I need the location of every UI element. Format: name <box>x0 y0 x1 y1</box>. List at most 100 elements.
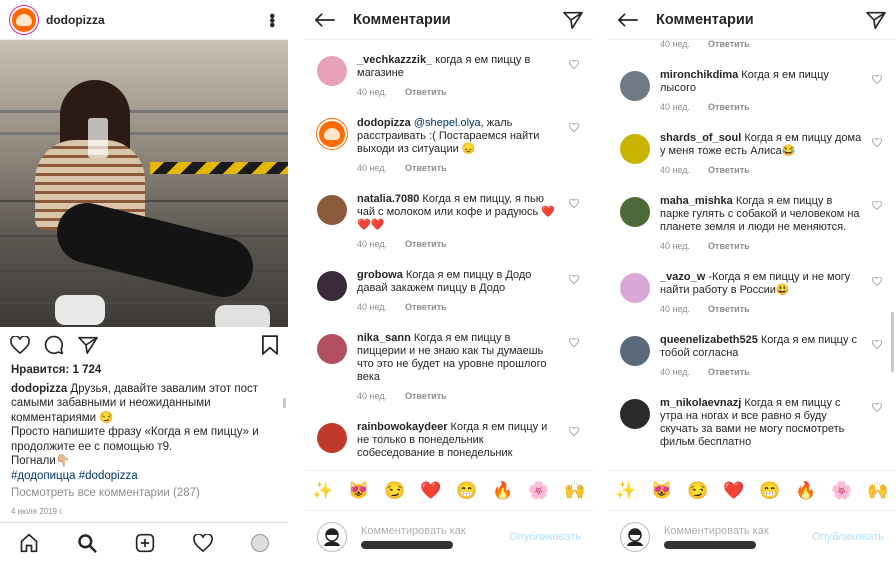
sparkles-emoji-button[interactable]: ✨ <box>312 481 333 501</box>
comment-item: grobowa Когда я ем пиццу в Додо давай за… <box>305 269 593 314</box>
like-comment-icon[interactable] <box>872 403 882 412</box>
mention-link[interactable]: @shepel.olya <box>411 117 481 129</box>
reply-button[interactable]: Ответить <box>405 87 447 97</box>
blossom-emoji-button[interactable]: 🌸 <box>528 481 549 501</box>
heart-eyes-cat-emoji-button[interactable]: 😻 <box>348 481 369 501</box>
share-icon[interactable] <box>78 336 98 354</box>
blossom-emoji-button[interactable]: 🌸 <box>831 481 852 501</box>
commenter-avatar[interactable] <box>317 56 347 86</box>
commenter-avatar[interactable] <box>620 197 650 227</box>
dodopizza-avatar[interactable] <box>10 5 38 34</box>
raised-hands-emoji-button[interactable]: 🙌 <box>867 481 888 501</box>
reply-button[interactable]: Ответить <box>708 241 750 251</box>
like-comment-icon[interactable] <box>569 123 579 132</box>
commenter-avatar[interactable] <box>317 195 347 225</box>
smirk-emoji-button[interactable]: 😏 <box>687 481 708 501</box>
grin-emoji-button[interactable]: 😁 <box>759 481 780 501</box>
comment-input[interactable]: Комментировать как <box>664 525 812 549</box>
profile-avatar[interactable] <box>251 533 269 552</box>
like-comment-icon[interactable] <box>569 199 579 208</box>
reply-button[interactable]: Ответить <box>708 40 750 49</box>
scrollbar[interactable] <box>283 398 286 408</box>
comment-username[interactable]: dodopizza <box>357 117 411 129</box>
back-arrow-icon[interactable] <box>618 12 638 27</box>
comment-username[interactable]: mironchikdima <box>660 69 738 81</box>
comments-scrollbar[interactable] <box>891 312 894 372</box>
commenter-avatar[interactable] <box>317 334 347 364</box>
commenter-avatar[interactable] <box>620 71 650 101</box>
comment-username[interactable]: maha_mishka <box>660 195 733 207</box>
commenter-avatar[interactable] <box>317 423 347 453</box>
back-arrow-icon[interactable] <box>315 12 335 27</box>
post-photo[interactable] <box>0 40 288 327</box>
comment-list: _vechkazzzik_ когда я ем пиццу в магазин… <box>305 40 593 470</box>
hashtags[interactable]: #додопицца #dodopizza <box>11 469 277 484</box>
smirk-emoji-button[interactable]: 😏 <box>384 481 405 501</box>
activity-heart-icon[interactable] <box>193 533 213 552</box>
comment-input[interactable]: Комментировать как <box>361 525 509 549</box>
comment-time: 40 нед. <box>660 367 691 377</box>
comment-username[interactable]: shards_of_soul <box>660 132 741 144</box>
like-comment-icon[interactable] <box>872 277 882 286</box>
fire-emoji-button[interactable]: 🔥 <box>492 481 513 501</box>
redacted-username <box>361 540 453 549</box>
like-comment-icon[interactable] <box>872 340 882 349</box>
grin-emoji-button[interactable]: 😁 <box>456 481 477 501</box>
post-username[interactable]: dodopizza <box>46 13 264 27</box>
like-comment-icon[interactable] <box>569 427 579 436</box>
reply-button[interactable]: Ответить <box>405 163 447 173</box>
likes-count[interactable]: Нравится: 1 724 <box>11 363 277 378</box>
caption-username[interactable]: dodopizza <box>11 383 67 395</box>
commenter-avatar[interactable] <box>620 273 650 303</box>
like-comment-icon[interactable] <box>569 275 579 284</box>
post-header: dodopizza ••• <box>0 0 288 40</box>
share-icon[interactable] <box>563 11 583 29</box>
like-comment-icon[interactable] <box>569 338 579 347</box>
comment-item: queenelizabeth525 Когда я ем пиццу с тоб… <box>608 334 896 379</box>
comment-username[interactable]: grobowa <box>357 269 403 281</box>
like-heart-icon[interactable] <box>10 336 30 354</box>
more-options-icon[interactable]: ••• <box>262 13 280 27</box>
bookmark-icon[interactable] <box>262 335 278 355</box>
heart-eyes-cat-emoji-button[interactable]: 😻 <box>651 481 672 501</box>
like-comment-icon[interactable] <box>872 201 882 210</box>
comment-username[interactable]: natalia.7080 <box>357 193 419 205</box>
add-post-icon[interactable] <box>135 533 155 553</box>
reply-button[interactable]: Ответить <box>405 302 447 312</box>
comment-list: 40 нед. Ответить mironchikdima Когда я ем… <box>608 40 896 470</box>
publish-button[interactable]: Опубликовать <box>509 531 581 543</box>
comments-title: Комментарии <box>353 11 451 28</box>
commenter-avatar[interactable] <box>317 271 347 301</box>
comment-username[interactable]: rainbowokaydeer <box>357 421 447 433</box>
reply-button[interactable]: Ответить <box>708 165 750 175</box>
search-icon[interactable] <box>77 533 97 553</box>
sparkles-emoji-button[interactable]: ✨ <box>615 481 636 501</box>
reply-button[interactable]: Ответить <box>708 304 750 314</box>
share-icon[interactable] <box>866 11 886 29</box>
comment-username[interactable]: nika_sann <box>357 332 411 344</box>
raised-hands-emoji-button[interactable]: 🙌 <box>564 481 585 501</box>
comment-username[interactable]: m_nikolaevnazj <box>660 397 741 409</box>
comment-item: dodopizza @shepel.olya, жаль расстраиват… <box>305 117 593 175</box>
view-all-comments-link[interactable]: Посмотреть все комментарии (287) <box>11 486 277 501</box>
commenter-avatar[interactable] <box>620 336 650 366</box>
publish-button[interactable]: Опубликовать <box>812 531 884 543</box>
like-comment-icon[interactable] <box>872 75 882 84</box>
comment-username[interactable]: queenelizabeth525 <box>660 334 758 346</box>
comment-icon[interactable] <box>44 335 64 355</box>
reply-button[interactable]: Ответить <box>708 367 750 377</box>
home-icon[interactable] <box>19 533 39 553</box>
reply-button[interactable]: Ответить <box>405 391 447 401</box>
like-comment-icon[interactable] <box>569 60 579 69</box>
comment-username[interactable]: _vazo_w <box>660 271 705 283</box>
red-heart-emoji-button[interactable]: ❤️ <box>723 481 744 501</box>
reply-button[interactable]: Ответить <box>708 102 750 112</box>
reply-button[interactable]: Ответить <box>405 239 447 249</box>
fire-emoji-button[interactable]: 🔥 <box>795 481 816 501</box>
dodopizza-avatar[interactable] <box>317 119 347 149</box>
red-heart-emoji-button[interactable]: ❤️ <box>420 481 441 501</box>
comment-username[interactable]: _vechkazzzik_ <box>357 54 432 66</box>
commenter-avatar[interactable] <box>620 399 650 429</box>
like-comment-icon[interactable] <box>872 138 882 147</box>
commenter-avatar[interactable] <box>620 134 650 164</box>
